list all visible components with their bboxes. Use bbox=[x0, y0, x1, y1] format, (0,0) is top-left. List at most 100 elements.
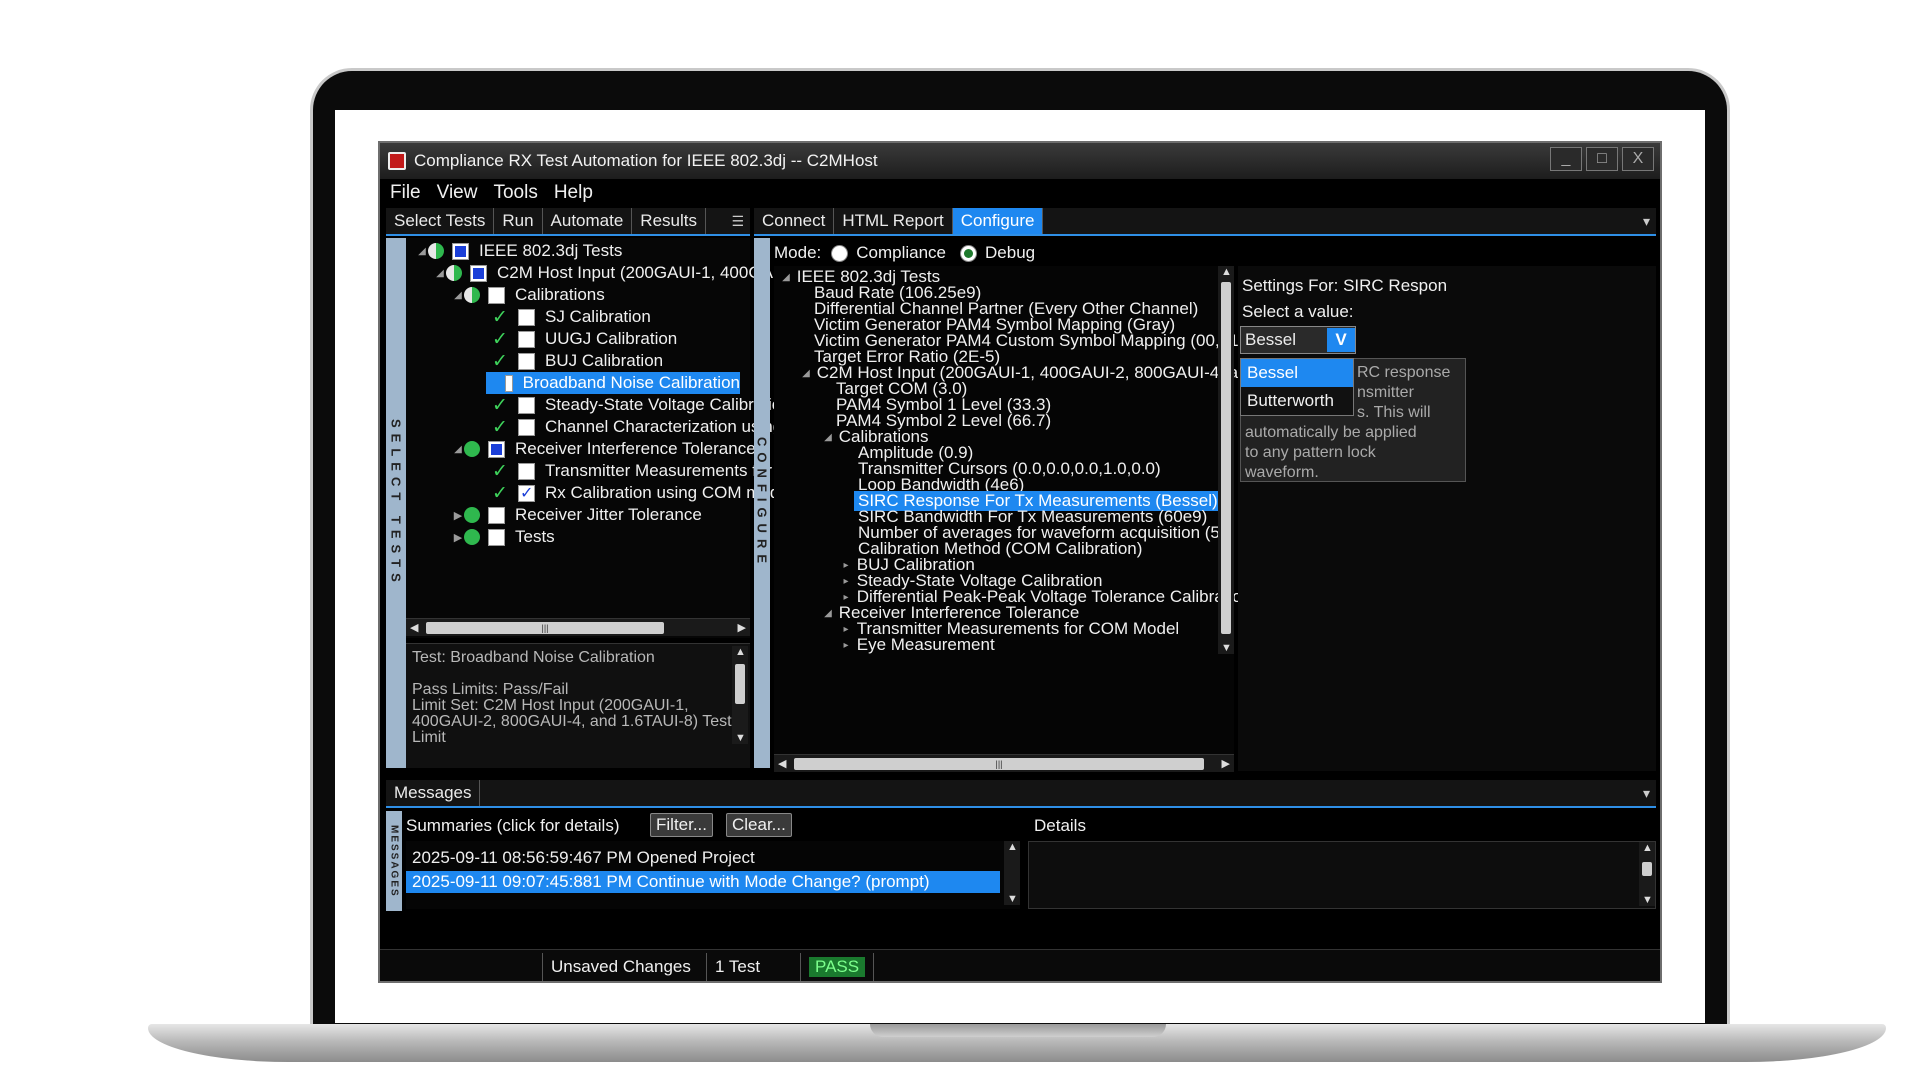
menu-tools[interactable]: Tools bbox=[493, 182, 537, 204]
checkbox[interactable] bbox=[488, 440, 505, 458]
collapse-icon[interactable]: ◢ bbox=[416, 246, 428, 257]
checkbox[interactable] bbox=[505, 374, 513, 392]
info-vscrollbar[interactable]: ▲ ▼ bbox=[732, 646, 748, 744]
tab-automate[interactable]: Automate bbox=[543, 208, 633, 234]
mode-compliance-label[interactable]: Compliance bbox=[856, 243, 946, 263]
collapse-icon[interactable]: ◢ bbox=[452, 444, 464, 455]
checkbox-checked[interactable] bbox=[518, 483, 535, 503]
tree-item[interactable]: ▶ Tests bbox=[452, 526, 555, 548]
expand-icon[interactable]: ▸ bbox=[840, 592, 852, 603]
collapse-icon[interactable]: ◢ bbox=[452, 290, 464, 301]
collapse-icon[interactable]: ◢ bbox=[822, 432, 834, 443]
option-butterworth[interactable]: Butterworth bbox=[1241, 387, 1353, 415]
maximize-button[interactable]: □ bbox=[1586, 147, 1618, 171]
expand-icon[interactable]: ▶ bbox=[452, 531, 464, 544]
scroll-right-icon[interactable]: ▶ bbox=[738, 621, 746, 634]
tab-configure[interactable]: Configure bbox=[952, 208, 1044, 234]
scroll-thumb[interactable] bbox=[1642, 862, 1652, 876]
tree-item[interactable]: ✓ SJ Calibration bbox=[492, 306, 651, 328]
scroll-up-icon[interactable]: ▲ bbox=[1007, 841, 1018, 853]
scroll-down-icon[interactable]: ▼ bbox=[735, 732, 746, 744]
tree-hscrollbar[interactable]: ◀ ||| ▶ bbox=[406, 618, 750, 636]
tree-item[interactable]: ✓ Steady-State Voltage Calibratic bbox=[492, 394, 780, 416]
expand-icon[interactable]: ▸ bbox=[840, 576, 852, 587]
tree-item-selected[interactable]: Broadband Noise Calibration bbox=[486, 372, 740, 394]
scroll-down-icon[interactable]: ▼ bbox=[1221, 642, 1232, 654]
scroll-thumb[interactable] bbox=[1221, 282, 1231, 634]
collapse-icon[interactable]: ◢ bbox=[800, 368, 812, 379]
tab-html-report[interactable]: HTML Report bbox=[834, 208, 953, 234]
tree-item[interactable]: ✓ BUJ Calibration bbox=[492, 350, 663, 372]
menu-file[interactable]: File bbox=[390, 182, 421, 204]
scroll-left-icon[interactable]: ◀ bbox=[410, 621, 418, 634]
right-tab-menu-icon[interactable]: ▾ bbox=[1643, 208, 1650, 234]
config-hscrollbar[interactable]: ◀ ||| ▶ bbox=[774, 754, 1234, 772]
checkbox[interactable] bbox=[518, 418, 535, 436]
checkbox[interactable] bbox=[452, 242, 469, 260]
scroll-up-icon[interactable]: ▲ bbox=[735, 646, 746, 658]
tree-label: UUGJ Calibration bbox=[545, 329, 678, 348]
expand-icon[interactable]: ▸ bbox=[840, 640, 852, 651]
scroll-down-icon[interactable]: ▼ bbox=[1007, 893, 1018, 905]
messages-menu-icon[interactable]: ▾ bbox=[1643, 780, 1650, 806]
option-bessel[interactable]: Bessel bbox=[1241, 359, 1353, 387]
checkbox[interactable] bbox=[470, 264, 487, 282]
close-button[interactable]: X bbox=[1622, 147, 1654, 171]
checkbox[interactable] bbox=[518, 352, 535, 370]
minimize-button[interactable]: _ bbox=[1550, 147, 1582, 171]
details-vscrollbar[interactable]: ▲ ▼ bbox=[1639, 842, 1655, 906]
radio-compliance[interactable] bbox=[831, 244, 849, 262]
filter-button[interactable]: Filter... bbox=[650, 813, 714, 837]
scroll-thumb[interactable]: ||| bbox=[426, 622, 664, 634]
radio-debug[interactable] bbox=[960, 244, 978, 262]
tree-item[interactable]: ◢ C2M Host Input (200GAUI-1, 400GAUI bbox=[434, 262, 790, 284]
scroll-thumb[interactable] bbox=[735, 664, 745, 704]
scroll-right-icon[interactable]: ▶ bbox=[1222, 757, 1230, 770]
checkbox[interactable] bbox=[518, 462, 535, 480]
tree-item[interactable]: ◢ IEEE 802.3dj Tests bbox=[416, 240, 622, 262]
tree-item[interactable]: ✓ Transmitter Measurements for bbox=[492, 460, 772, 482]
messages-vscrollbar[interactable]: ▲ ▼ bbox=[1004, 841, 1020, 905]
chevron-down-icon[interactable]: V bbox=[1327, 328, 1355, 352]
clear-button[interactable]: Clear... bbox=[726, 813, 792, 837]
tree-item[interactable]: ✓ Rx Calibration using COM mode bbox=[492, 482, 789, 504]
checkbox[interactable] bbox=[488, 528, 505, 546]
tree-item[interactable]: ✓ Channel Characterization using bbox=[492, 416, 782, 438]
expand-icon[interactable]: ▸ bbox=[840, 624, 852, 635]
expand-icon[interactable]: ▸ bbox=[840, 560, 852, 571]
tree-item[interactable]: ✓ UUGJ Calibration bbox=[492, 328, 677, 350]
tree-item[interactable]: ◢ Receiver Interference Tolerance bbox=[452, 438, 756, 460]
tab-messages[interactable]: Messages bbox=[386, 780, 481, 806]
partial-status-icon bbox=[464, 287, 480, 303]
tab-connect[interactable]: Connect bbox=[754, 208, 835, 234]
collapse-icon[interactable]: ◢ bbox=[780, 272, 792, 283]
menu-view[interactable]: View bbox=[437, 182, 478, 204]
scroll-up-icon[interactable]: ▲ bbox=[1642, 842, 1653, 854]
config-vscrollbar[interactable]: ▲ ▼ bbox=[1218, 266, 1234, 654]
checkbox[interactable] bbox=[518, 308, 535, 326]
message-row-selected[interactable]: 2025-09-11 09:07:45:881 PM Continue with… bbox=[406, 871, 1000, 893]
checkbox[interactable] bbox=[518, 396, 535, 414]
checkbox[interactable] bbox=[518, 330, 535, 348]
scroll-up-icon[interactable]: ▲ bbox=[1221, 266, 1232, 278]
checkbox[interactable] bbox=[488, 286, 505, 304]
tree-item[interactable]: ▶ Receiver Jitter Tolerance bbox=[452, 504, 702, 526]
value-select[interactable]: Bessel V bbox=[1240, 326, 1356, 354]
scroll-down-icon[interactable]: ▼ bbox=[1642, 894, 1653, 906]
mode-debug-label[interactable]: Debug bbox=[985, 243, 1035, 263]
left-tab-menu-icon[interactable]: ☰ bbox=[731, 208, 744, 234]
tree-item[interactable]: ◢ Calibrations bbox=[452, 284, 605, 306]
menu-help[interactable]: Help bbox=[554, 182, 593, 204]
tab-run[interactable]: Run bbox=[494, 208, 543, 234]
scroll-thumb[interactable]: ||| bbox=[794, 758, 1204, 770]
checkbox[interactable] bbox=[488, 506, 505, 524]
app-icon bbox=[388, 152, 406, 170]
collapse-icon[interactable]: ◢ bbox=[822, 608, 834, 619]
expand-icon[interactable]: ▶ bbox=[452, 509, 464, 522]
tab-results[interactable]: Results bbox=[632, 208, 706, 234]
scroll-left-icon[interactable]: ◀ bbox=[778, 757, 786, 770]
config-item[interactable]: ▸ Eye Measurement bbox=[840, 635, 994, 655]
message-row[interactable]: 2025-09-11 08:56:59:467 PM Opened Projec… bbox=[406, 847, 1000, 869]
collapse-icon[interactable]: ◢ bbox=[434, 268, 446, 279]
tab-select-tests[interactable]: Select Tests bbox=[386, 208, 495, 234]
